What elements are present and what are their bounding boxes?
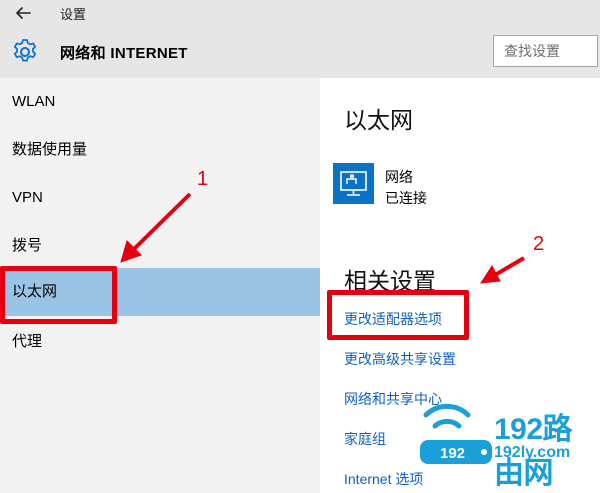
annotation-arrowhead-2 (480, 265, 501, 284)
annotation-number-1: 1 (197, 168, 209, 190)
link-advanced-sharing[interactable]: 更改高级共享设置 (344, 349, 456, 369)
annotation-number-2: 2 (533, 233, 545, 255)
sidebar-item-data-usage[interactable]: 数据使用量 (0, 126, 320, 174)
ethernet-network-name[interactable]: 网络 (385, 167, 413, 187)
search-input[interactable] (493, 35, 598, 67)
header: 设置 网络和 INTERNET (0, 0, 600, 78)
sidebar-item-proxy[interactable]: 代理 (0, 318, 320, 366)
sidebar-item-vpn[interactable]: VPN (0, 174, 320, 222)
watermark-domain: 192ly.com (494, 444, 571, 461)
link-internet-options[interactable]: Internet 选项 (344, 469, 423, 489)
window-title: 设置 (60, 7, 87, 22)
link-homegroup[interactable]: 家庭组 (344, 429, 386, 449)
annotation-arrow-2 (493, 256, 526, 277)
back-button[interactable] (8, 2, 38, 24)
page-title: 以太网 (344, 107, 413, 133)
annotation-box-ethernet (0, 266, 117, 324)
ethernet-monitor-icon[interactable] (333, 163, 374, 204)
section-title: 网络和 INTERNET (60, 45, 188, 62)
ethernet-status: 已连接 (385, 190, 427, 206)
back-arrow-icon (16, 7, 31, 19)
annotation-box-adapter-options (327, 290, 469, 340)
sidebar-item-dialup[interactable]: 拨号 (0, 222, 320, 270)
gear-icon (11, 38, 39, 66)
watermark-ip: 192 (440, 445, 466, 462)
link-network-sharing-center[interactable]: 网络和共享中心 (344, 389, 442, 409)
sidebar-item-wlan[interactable]: WLAN (0, 78, 320, 126)
